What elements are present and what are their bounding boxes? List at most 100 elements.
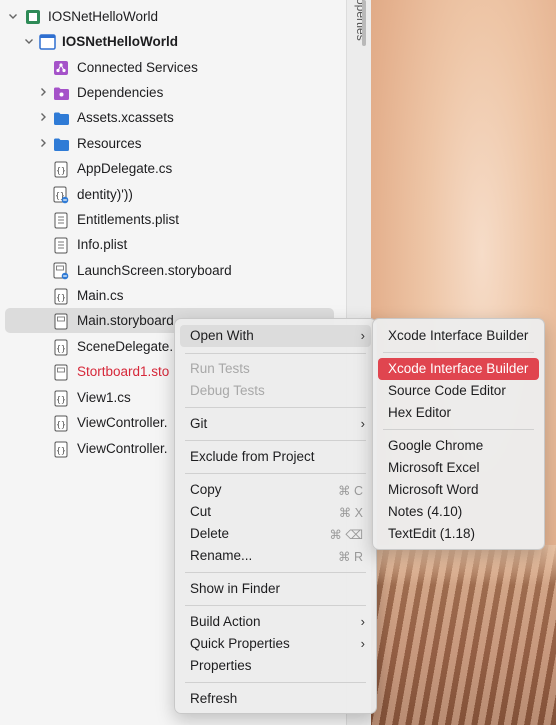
menu-item-label: Xcode Interface Builder — [388, 328, 529, 343]
menu-item-label: Quick Properties — [190, 636, 290, 651]
menu-item-git[interactable]: Git › — [180, 413, 371, 435]
menu-separator — [383, 429, 534, 430]
menu-item-label: Rename... — [190, 548, 253, 563]
csharp-file-icon: {} — [52, 440, 70, 458]
shortcut-label: ⌘ X — [338, 506, 363, 520]
menu-separator — [185, 440, 366, 441]
tree-item-label: LaunchScreen.storyboard — [77, 263, 232, 278]
csharp-file-icon: {} — [52, 389, 70, 407]
menu-separator — [185, 353, 366, 354]
tree-item-label: dentity)')) — [77, 187, 133, 202]
tree-item-connected-services[interactable]: Connected Services — [0, 55, 346, 80]
plist-file-icon — [52, 211, 70, 229]
tree-item-info-plist[interactable]: Info.plist — [0, 232, 346, 257]
tree-item-identity[interactable]: {} dentity)')) — [0, 182, 346, 207]
submenu-item-word[interactable]: Microsoft Word — [378, 479, 539, 501]
menu-separator — [185, 605, 366, 606]
tree-item-project[interactable]: IOSNetHelloWorld — [0, 29, 346, 54]
tree-item-label: ViewController. — [77, 415, 168, 430]
submenu-item-notes[interactable]: Notes (4.10) — [378, 501, 539, 523]
csharp-file-icon: {} — [52, 287, 70, 305]
menu-separator — [185, 473, 366, 474]
menu-item-refresh[interactable]: Refresh — [180, 688, 371, 710]
menu-item-label: Copy — [190, 482, 222, 497]
chevron-down-icon[interactable] — [8, 11, 18, 21]
submenu-item-default-app[interactable]: Xcode Interface Builder — [378, 325, 539, 347]
tree-item-dependencies[interactable]: Dependencies — [0, 80, 346, 105]
menu-item-label: Properties — [190, 658, 252, 673]
menu-item-label: Build Action — [190, 614, 261, 629]
tree-item-entitlements[interactable]: Entitlements.plist — [0, 207, 346, 232]
tree-item-label: IOSNetHelloWorld — [48, 9, 159, 24]
submenu-item-excel[interactable]: Microsoft Excel — [378, 457, 539, 479]
menu-item-quick-properties[interactable]: Quick Properties › — [180, 633, 371, 655]
menu-item-copy[interactable]: Copy ⌘ C — [180, 479, 371, 501]
storyboard-file-icon — [52, 262, 70, 280]
chevron-down-icon[interactable] — [24, 36, 34, 46]
tree-item-label: Entitlements.plist — [77, 212, 180, 227]
csharp-file-icon: {} — [52, 160, 70, 178]
dependencies-folder-icon — [52, 84, 70, 102]
chevron-right-icon[interactable] — [38, 112, 48, 122]
menu-item-label: Refresh — [190, 691, 238, 706]
storyboard-file-icon — [52, 312, 70, 330]
chevron-right-icon[interactable] — [38, 87, 48, 97]
menu-separator — [185, 572, 366, 573]
submenu-item-source-editor[interactable]: Source Code Editor — [378, 380, 539, 402]
menu-item-rename[interactable]: Rename... ⌘ R — [180, 545, 371, 567]
tree-item-solution[interactable]: IOSNetHelloWorld — [0, 4, 346, 29]
submenu-item-textedit[interactable]: TextEdit (1.18) — [378, 523, 539, 545]
menu-item-label: TextEdit (1.18) — [388, 526, 476, 541]
submenu-item-chrome[interactable]: Google Chrome — [378, 435, 539, 457]
shortcut-label: ⌘ C — [338, 484, 363, 498]
menu-item-properties[interactable]: Properties — [180, 655, 371, 677]
svg-text:{}: {} — [56, 166, 66, 175]
svg-text:{}: {} — [56, 446, 66, 455]
open-with-submenu: Xcode Interface Builder Xcode Interface … — [372, 318, 545, 550]
submenu-item-xcode-ib[interactable]: Xcode Interface Builder — [378, 358, 539, 380]
tree-item-label: Assets.xcassets — [77, 110, 174, 125]
tree-item-label: IOSNetHelloWorld — [62, 34, 179, 49]
shortcut-label: ⌘ R — [338, 550, 363, 564]
menu-item-label: Hex Editor — [388, 405, 452, 420]
menu-separator — [185, 682, 366, 683]
tree-item-label: Main.storyboard — [77, 313, 174, 328]
tree-item-label: Resources — [77, 136, 142, 151]
folder-icon — [52, 109, 70, 127]
tree-item-assets[interactable]: Assets.xcassets — [0, 105, 346, 130]
solution-icon — [24, 8, 42, 26]
menu-item-delete[interactable]: Delete ⌘ ⌫ — [180, 523, 371, 545]
svg-text:{}: {} — [56, 344, 66, 353]
svg-text:{}: {} — [56, 293, 66, 302]
menu-item-open-with[interactable]: Open With › — [180, 325, 371, 347]
menu-separator — [185, 407, 366, 408]
menu-item-show-in-finder[interactable]: Show in Finder — [180, 578, 371, 600]
tree-item-launchscreen[interactable]: LaunchScreen.storyboard — [0, 258, 346, 283]
submenu-item-hex-editor[interactable]: Hex Editor — [378, 402, 539, 424]
menu-item-run-tests: Run Tests — [180, 358, 371, 380]
menu-item-label: Microsoft Word — [388, 482, 479, 497]
menu-item-build-action[interactable]: Build Action › — [180, 611, 371, 633]
tree-item-label: Info.plist — [77, 237, 128, 252]
menu-item-label: Delete — [190, 526, 230, 541]
scrollbar-thumb[interactable] — [362, 0, 366, 46]
tree-item-appdelegate[interactable]: {} AppDelegate.cs — [0, 156, 346, 181]
tree-item-label: SceneDelegate. — [77, 339, 174, 354]
csharp-file-icon: {} — [52, 414, 70, 432]
connected-services-icon — [52, 59, 70, 77]
shortcut-label: ⌘ ⌫ — [329, 528, 363, 542]
chevron-right-icon[interactable] — [38, 138, 48, 148]
wallpaper-shade — [371, 545, 556, 585]
menu-item-label: Microsoft Excel — [388, 460, 480, 475]
menu-item-label: Debug Tests — [190, 383, 265, 398]
menu-item-label: Run Tests — [190, 361, 250, 376]
menu-item-exclude[interactable]: Exclude from Project — [180, 446, 371, 468]
menu-item-label: Notes (4.10) — [388, 504, 463, 519]
folder-icon — [52, 135, 70, 153]
menu-item-cut[interactable]: Cut ⌘ X — [180, 501, 371, 523]
tree-item-label: AppDelegate.cs — [77, 161, 173, 176]
tree-item-resources[interactable]: Resources — [0, 131, 346, 156]
tree-item-main-cs[interactable]: {} Main.cs — [0, 283, 346, 308]
menu-item-label: Source Code Editor — [388, 383, 506, 398]
tree-item-label: ViewController. — [77, 441, 168, 456]
